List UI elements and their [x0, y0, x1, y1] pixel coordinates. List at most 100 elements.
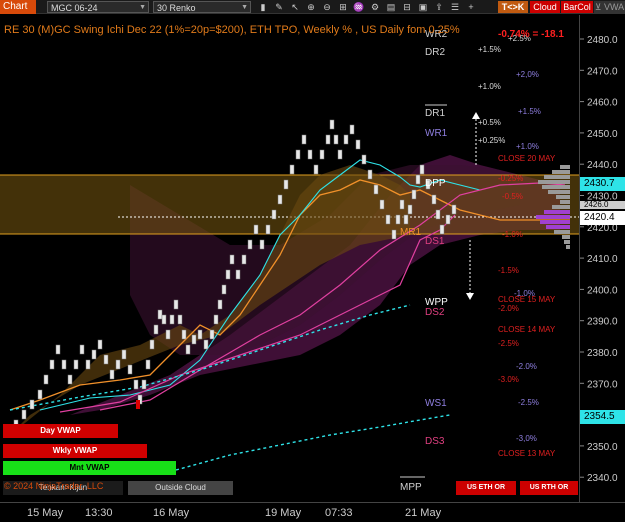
- vwap-toggle[interactable]: ⊻ VWA: [594, 1, 625, 13]
- close-15-may: CLOSE 15 MAY: [498, 295, 556, 304]
- time-tick: 15 May: [27, 507, 64, 519]
- draw-icon[interactable]: ✎: [272, 1, 286, 13]
- pct-label: +1.5%: [478, 45, 501, 54]
- renko-brick: [21, 409, 27, 420]
- cursor-icon[interactable]: ↖: [288, 1, 302, 13]
- renko-brick: [259, 239, 265, 250]
- renko-brick: [79, 344, 85, 355]
- close-14-may: CLOSE 14 MAY: [498, 325, 556, 334]
- volume-profile-bar: [552, 170, 570, 174]
- chart-menu-button[interactable]: Chart: [0, 0, 36, 14]
- chevron-down-icon: ▼: [139, 4, 146, 11]
- renko-brick: [439, 224, 445, 235]
- indicators-icon[interactable]: ♒: [352, 1, 366, 13]
- renko-brick: [277, 194, 283, 205]
- price-tick-label: 2340.0: [587, 473, 618, 484]
- time-tick: 07:33: [325, 507, 353, 519]
- renko-brick: [361, 154, 367, 165]
- renko-brick: [149, 339, 155, 350]
- renko-brick: [217, 299, 223, 310]
- pct-label: -2.0%: [516, 362, 537, 371]
- close-20-may: CLOSE 20 MAY: [498, 154, 556, 163]
- price-tick-label: 2450.0: [587, 129, 618, 140]
- level-dr2: DR2: [425, 47, 445, 58]
- pct-label: +2,0%: [516, 70, 539, 79]
- renko-brick: [343, 134, 349, 145]
- zoom-out-icon[interactable]: ⊖: [320, 1, 334, 13]
- cloud-toggle[interactable]: Cloud: [530, 1, 560, 13]
- pct-label: -1.0%: [502, 230, 523, 239]
- price-tick-label: 2390.0: [587, 317, 618, 328]
- zoom-in-icon[interactable]: ⊕: [304, 1, 318, 13]
- share-icon[interactable]: ⇪: [432, 1, 446, 13]
- volume-profile-bar: [544, 175, 570, 179]
- strategies-icon[interactable]: ⚙: [368, 1, 382, 13]
- change-readout: -0.74% = -18.1: [498, 29, 564, 40]
- pct-label: -1.5%: [498, 266, 519, 275]
- tenkan-kijun-toggle[interactable]: T<>K: [498, 1, 528, 13]
- renko-brick: [355, 139, 361, 150]
- chevron-down-icon: ▼: [241, 4, 248, 11]
- snapshot-icon[interactable]: ▣: [416, 1, 430, 13]
- interval-selector[interactable]: 30 Renko ▼: [153, 1, 251, 13]
- templates-icon[interactable]: ▤: [384, 1, 398, 13]
- renko-brick: [115, 359, 121, 370]
- pct-label: +0.25%: [478, 136, 505, 145]
- renko-brick: [97, 339, 103, 350]
- pct-label: +1.0%: [516, 142, 539, 151]
- last-price-tag: 2430.7: [580, 177, 625, 191]
- time-axis[interactable]: 15 May 13:30 16 May 19 May 07:33 21 May: [0, 502, 625, 522]
- volume-profile-bar: [564, 240, 570, 244]
- barcol-toggle[interactable]: BarCol: [561, 1, 593, 13]
- renko-brick: [349, 124, 355, 135]
- renko-brick: [329, 119, 335, 130]
- level-dpp: DPP: [425, 178, 446, 189]
- renko-brick: [247, 239, 253, 250]
- volume-profile-bar: [560, 165, 570, 169]
- price-chart[interactable]: WR2 DR2 DR1 WR1 DPP MR1 DS1 WPP DS2 WS1 …: [0, 15, 625, 502]
- data-box-icon[interactable]: ☰: [448, 1, 462, 13]
- crosshair-icon[interactable]: +: [464, 1, 478, 13]
- renko-brick: [177, 314, 183, 325]
- renko-brick: [213, 314, 219, 325]
- price-tick-label: 2440.0: [587, 160, 618, 171]
- renko-brick: [181, 329, 187, 340]
- level-ws1: WS1: [425, 398, 447, 409]
- renko-brick: [319, 149, 325, 160]
- current-price-tag: 2420.4: [580, 211, 625, 225]
- renko-brick: [169, 314, 175, 325]
- level-dr1: DR1: [425, 108, 445, 119]
- chart-trader-icon[interactable]: ⊞: [336, 1, 350, 13]
- instrument-selector[interactable]: MGC 06-24 ▼: [47, 1, 149, 13]
- bar-type-icon[interactable]: ▮: [256, 1, 270, 13]
- renko-brick: [141, 379, 147, 390]
- level-ds2: DS2: [425, 307, 445, 318]
- price-axis[interactable]: 2480.02470.02460.02450.02440.02430.02420…: [580, 35, 618, 502]
- pct-label: -2.5%: [518, 398, 539, 407]
- renko-brick: [203, 339, 209, 350]
- time-tick: 19 May: [265, 507, 302, 519]
- level-wr1: WR1: [425, 128, 448, 139]
- renko-brick: [407, 204, 413, 215]
- properties-icon[interactable]: ⊟: [400, 1, 414, 13]
- volume-profile-bar: [554, 230, 570, 234]
- renko-brick: [385, 214, 391, 225]
- us-rth-or-button[interactable]: US RTH OR: [520, 481, 578, 495]
- pct-label: -3,0%: [516, 434, 537, 443]
- vwap-price-tag: 2354.5: [580, 410, 625, 424]
- renko-brick: [307, 149, 313, 160]
- renko-brick: [49, 359, 55, 370]
- monthly-vwap-line: [175, 414, 451, 471]
- price-tick-label: 2470.0: [587, 66, 618, 77]
- pct-label: -0.25%: [498, 174, 523, 183]
- volume-profile-bar: [538, 180, 570, 184]
- vwap-toggle-label: VWA: [603, 2, 625, 12]
- arrow-down-icon: [466, 293, 474, 300]
- renko-brick: [73, 359, 79, 370]
- renko-brick: [153, 324, 159, 335]
- vwap-toggle-icon: ⊻: [594, 2, 604, 12]
- renko-brick: [209, 329, 215, 340]
- us-eth-or-button[interactable]: US ETH OR: [456, 481, 516, 495]
- renko-brick: [265, 224, 271, 235]
- volume-profile-bar: [536, 215, 570, 219]
